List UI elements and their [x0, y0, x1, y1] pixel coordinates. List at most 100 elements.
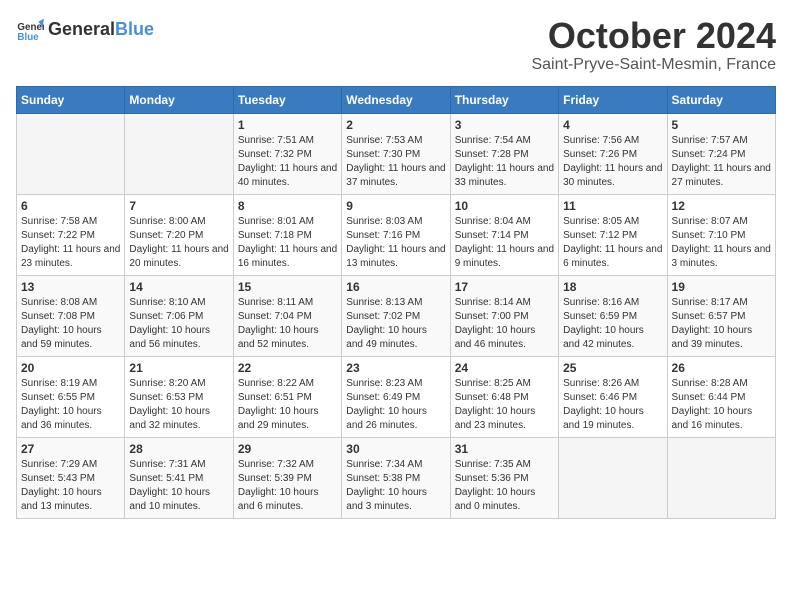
calendar-cell: 11 Sunrise: 8:05 AM Sunset: 7:12 PM Dayli… — [559, 194, 667, 275]
calendar-cell: 10 Sunrise: 8:04 AM Sunset: 7:14 PM Dayli… — [450, 194, 558, 275]
day-info: Sunrise: 7:56 AM Sunset: 7:26 PM Dayligh… — [563, 134, 662, 190]
week-row-5: 27 Sunrise: 7:29 AM Sunset: 5:43 PM Dayli… — [17, 437, 776, 518]
day-info: Sunrise: 7:31 AM Sunset: 5:41 PM Dayligh… — [129, 458, 228, 514]
week-row-1: 1 Sunrise: 7:51 AM Sunset: 7:32 PM Daylig… — [17, 113, 776, 194]
calendar-cell: 26 Sunrise: 8:28 AM Sunset: 6:44 PM Dayli… — [667, 356, 775, 437]
day-header-tuesday: Tuesday — [233, 86, 341, 113]
calendar-cell: 12Sunrise: 8:07 AM Sunset: 7:10 PM Dayli… — [667, 194, 775, 275]
day-number: 19 — [672, 280, 771, 294]
day-number: 30 — [346, 442, 445, 456]
day-number: 10 — [455, 199, 554, 213]
calendar-title-area: October 2024 Saint-Pryve-Saint-Mesmin, F… — [531, 16, 776, 74]
calendar-cell: 8Sunrise: 8:01 AM Sunset: 7:18 PM Daylig… — [233, 194, 341, 275]
calendar-cell: 21Sunrise: 8:20 AM Sunset: 6:53 PM Dayli… — [125, 356, 233, 437]
day-info: Sunrise: 8:22 AM Sunset: 6:51 PM Dayligh… — [238, 377, 337, 433]
day-info: Sunrise: 8:20 AM Sunset: 6:53 PM Dayligh… — [129, 377, 228, 433]
day-number: 4 — [563, 118, 662, 132]
day-info: Sunrise: 7:58 AM Sunset: 7:22 PM Dayligh… — [21, 215, 120, 271]
calendar-cell: 2Sunrise: 7:53 AM Sunset: 7:30 PM Daylig… — [342, 113, 450, 194]
calendar-cell: 3Sunrise: 7:54 AM Sunset: 7:28 PM Daylig… — [450, 113, 558, 194]
calendar-cell: 31 Sunrise: 7:35 AM Sunset: 5:36 PM Dayli… — [450, 437, 558, 518]
day-number: 1 — [238, 118, 337, 132]
calendar-cell: 4 Sunrise: 7:56 AM Sunset: 7:26 PM Daylig… — [559, 113, 667, 194]
day-number: 17 — [455, 280, 554, 294]
calendar-body: 1 Sunrise: 7:51 AM Sunset: 7:32 PM Daylig… — [17, 113, 776, 518]
day-info: Sunrise: 8:17 AM Sunset: 6:57 PM Dayligh… — [672, 296, 771, 352]
logo: General Blue General Blue — [16, 16, 154, 44]
calendar-cell: 28Sunrise: 7:31 AM Sunset: 5:41 PM Dayli… — [125, 437, 233, 518]
calendar-header: SundayMondayTuesdayWednesdayThursdayFrid… — [17, 86, 776, 113]
week-row-2: 6Sunrise: 7:58 AM Sunset: 7:22 PM Daylig… — [17, 194, 776, 275]
calendar-cell — [17, 113, 125, 194]
day-number: 11 — [563, 199, 662, 213]
day-number: 26 — [672, 361, 771, 375]
calendar-cell: 25Sunrise: 8:26 AM Sunset: 6:46 PM Dayli… — [559, 356, 667, 437]
calendar-cell: 13Sunrise: 8:08 AM Sunset: 7:08 PM Dayli… — [17, 275, 125, 356]
day-number: 3 — [455, 118, 554, 132]
day-number: 18 — [563, 280, 662, 294]
logo-blue-text: Blue — [115, 20, 154, 40]
location-title: Saint-Pryve-Saint-Mesmin, France — [531, 56, 776, 74]
week-row-3: 13Sunrise: 8:08 AM Sunset: 7:08 PM Dayli… — [17, 275, 776, 356]
day-info: Sunrise: 7:32 AM Sunset: 5:39 PM Dayligh… — [238, 458, 337, 514]
day-info: Sunrise: 7:29 AM Sunset: 5:43 PM Dayligh… — [21, 458, 120, 514]
day-info: Sunrise: 8:00 AM Sunset: 7:20 PM Dayligh… — [129, 215, 228, 271]
calendar-cell: 7Sunrise: 8:00 AM Sunset: 7:20 PM Daylig… — [125, 194, 233, 275]
day-info: Sunrise: 8:03 AM Sunset: 7:16 PM Dayligh… — [346, 215, 445, 271]
week-row-4: 20 Sunrise: 8:19 AM Sunset: 6:55 PM Dayli… — [17, 356, 776, 437]
day-info: Sunrise: 8:05 AM Sunset: 7:12 PM Dayligh… — [563, 215, 662, 271]
day-info: Sunrise: 7:34 AM Sunset: 5:38 PM Dayligh… — [346, 458, 445, 514]
day-number: 2 — [346, 118, 445, 132]
calendar-cell — [559, 437, 667, 518]
day-info: Sunrise: 8:10 AM Sunset: 7:06 PM Dayligh… — [129, 296, 228, 352]
day-number: 23 — [346, 361, 445, 375]
logo-general-text: General — [48, 20, 115, 40]
day-info: Sunrise: 7:57 AM Sunset: 7:24 PM Dayligh… — [672, 134, 771, 190]
calendar-cell: 15Sunrise: 8:11 AM Sunset: 7:04 PM Dayli… — [233, 275, 341, 356]
day-number: 31 — [455, 442, 554, 456]
day-info: Sunrise: 7:35 AM Sunset: 5:36 PM Dayligh… — [455, 458, 554, 514]
day-info: Sunrise: 8:28 AM Sunset: 6:44 PM Dayligh… — [672, 377, 771, 433]
day-number: 8 — [238, 199, 337, 213]
day-number: 9 — [346, 199, 445, 213]
svg-text:Blue: Blue — [17, 32, 39, 43]
day-info: Sunrise: 8:25 AM Sunset: 6:48 PM Dayligh… — [455, 377, 554, 433]
day-info: Sunrise: 8:16 AM Sunset: 6:59 PM Dayligh… — [563, 296, 662, 352]
calendar-cell: 1 Sunrise: 7:51 AM Sunset: 7:32 PM Daylig… — [233, 113, 341, 194]
day-info: Sunrise: 8:08 AM Sunset: 7:08 PM Dayligh… — [21, 296, 120, 352]
day-number: 27 — [21, 442, 120, 456]
day-number: 14 — [129, 280, 228, 294]
day-info: Sunrise: 8:23 AM Sunset: 6:49 PM Dayligh… — [346, 377, 445, 433]
calendar-cell — [667, 437, 775, 518]
calendar-cell: 24 Sunrise: 8:25 AM Sunset: 6:48 PM Dayli… — [450, 356, 558, 437]
calendar-cell: 17Sunrise: 8:14 AM Sunset: 7:00 PM Dayli… — [450, 275, 558, 356]
day-number: 16 — [346, 280, 445, 294]
day-number: 20 — [21, 361, 120, 375]
day-header-friday: Friday — [559, 86, 667, 113]
calendar-cell: 22Sunrise: 8:22 AM Sunset: 6:51 PM Dayli… — [233, 356, 341, 437]
calendar-cell: 18 Sunrise: 8:16 AM Sunset: 6:59 PM Dayli… — [559, 275, 667, 356]
calendar-cell: 23 Sunrise: 8:23 AM Sunset: 6:49 PM Dayli… — [342, 356, 450, 437]
day-info: Sunrise: 8:19 AM Sunset: 6:55 PM Dayligh… — [21, 377, 120, 433]
calendar-cell: 27 Sunrise: 7:29 AM Sunset: 5:43 PM Dayli… — [17, 437, 125, 518]
page-header: General Blue General Blue October 2024 S… — [16, 16, 776, 74]
day-info: Sunrise: 8:13 AM Sunset: 7:02 PM Dayligh… — [346, 296, 445, 352]
day-header-thursday: Thursday — [450, 86, 558, 113]
day-info: Sunrise: 8:04 AM Sunset: 7:14 PM Dayligh… — [455, 215, 554, 271]
calendar-table: SundayMondayTuesdayWednesdayThursdayFrid… — [16, 86, 776, 519]
day-number: 24 — [455, 361, 554, 375]
logo-icon: General Blue — [16, 16, 44, 44]
day-info: Sunrise: 8:11 AM Sunset: 7:04 PM Dayligh… — [238, 296, 337, 352]
calendar-cell: 9 Sunrise: 8:03 AM Sunset: 7:16 PM Daylig… — [342, 194, 450, 275]
day-number: 29 — [238, 442, 337, 456]
day-info: Sunrise: 8:07 AM Sunset: 7:10 PM Dayligh… — [672, 215, 771, 271]
day-header-saturday: Saturday — [667, 86, 775, 113]
day-number: 25 — [563, 361, 662, 375]
calendar-cell: 30 Sunrise: 7:34 AM Sunset: 5:38 PM Dayli… — [342, 437, 450, 518]
day-header-wednesday: Wednesday — [342, 86, 450, 113]
calendar-cell — [125, 113, 233, 194]
day-header-sunday: Sunday — [17, 86, 125, 113]
day-info: Sunrise: 7:51 AM Sunset: 7:32 PM Dayligh… — [238, 134, 337, 190]
header-row: SundayMondayTuesdayWednesdayThursdayFrid… — [17, 86, 776, 113]
calendar-cell: 20 Sunrise: 8:19 AM Sunset: 6:55 PM Dayli… — [17, 356, 125, 437]
